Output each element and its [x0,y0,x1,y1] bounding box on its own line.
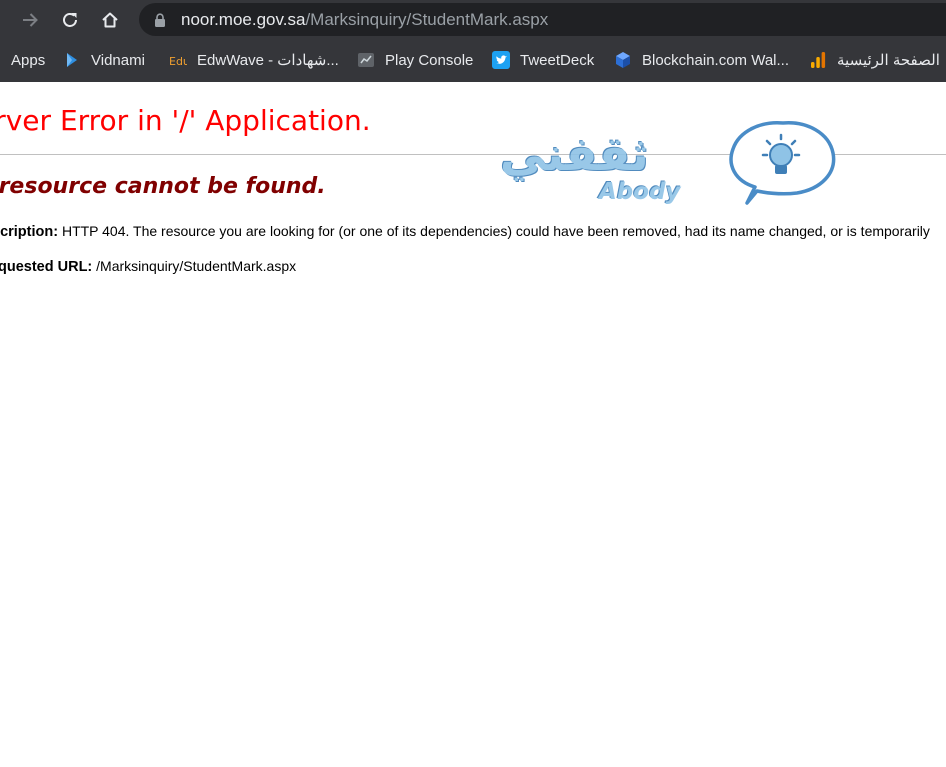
requested-url-line: quested URL: /Marksinquiry/StudentMark.a… [0,258,296,275]
lock-icon [155,13,165,27]
address-bar[interactable]: noor.moe.gov.sa/Marksinquiry/StudentMark… [139,3,946,36]
reload-button[interactable] [57,7,83,33]
svg-text:Edu: Edu [169,55,187,68]
watermark-logo: ثقفني Abody [495,115,845,220]
url-host: noor.moe.gov.sa [181,10,306,29]
home-icon [102,12,118,28]
error-subtitle: e resource cannot be found. [0,174,326,199]
bookmark-blockchain[interactable]: Blockchain.com Wal... [614,38,789,82]
bookmark-label: TweetDeck [520,51,595,69]
bookmark-label: Vidnami [91,51,145,69]
url-path: /Marksinquiry/StudentMark.aspx [305,10,549,29]
blockchain-cube-icon [616,52,630,68]
bookmark-vidnami[interactable]: Vidnami [63,38,145,82]
lightbulb-bubble-icon [729,121,836,205]
watermark-sub: Abody [599,179,681,205]
twitter-bird-icon [492,51,510,69]
bookmark-play-console[interactable]: Play Console [357,38,473,82]
reload-icon [63,13,77,27]
bookmark-edwwave[interactable]: Edu EdwWave - شهادات... [169,38,339,82]
bookmarks-bar: Apps Vidnami Edu EdwWave - شهادات... Pla… [0,38,946,82]
bookmark-home-arabic[interactable]: الصفحة الرئيسية [809,38,940,82]
description-text: HTTP 404. The resource you are looking f… [61,223,930,239]
requested-url-label: quested URL: [0,259,93,275]
play-console-icon [358,53,374,67]
browser-toolbar: noor.moe.gov.sa/Marksinquiry/StudentMark… [0,0,946,38]
bookmark-label: Play Console [385,51,474,69]
forward-button[interactable] [17,7,43,33]
requested-url-value: /Marksinquiry/StudentMark.aspx [96,258,297,274]
description-label: scription: [0,224,59,240]
bookmark-label: EdwWave - شهادات... [197,52,339,69]
error-title: erver Error in '/' Application. [0,104,371,137]
description-line: scription: HTTP 404. The resource you ar… [0,223,930,240]
bookmark-apps[interactable]: Apps [11,38,45,82]
watermark-text: ثقفني [500,127,649,181]
vidnami-icon [67,53,77,67]
analytics-bars-icon [811,52,826,68]
bookmark-label: Apps [11,51,46,69]
arrow-right-icon [23,13,38,27]
url-text: noor.moe.gov.sa/Marksinquiry/StudentMark… [181,10,548,30]
edwwave-icon: Edu [169,55,187,68]
bookmark-label: Blockchain.com Wal... [642,51,789,69]
bookmark-tweetdeck[interactable]: TweetDeck [492,38,594,82]
bookmark-label: الصفحة الرئيسية [837,52,940,69]
home-button[interactable] [97,7,123,33]
